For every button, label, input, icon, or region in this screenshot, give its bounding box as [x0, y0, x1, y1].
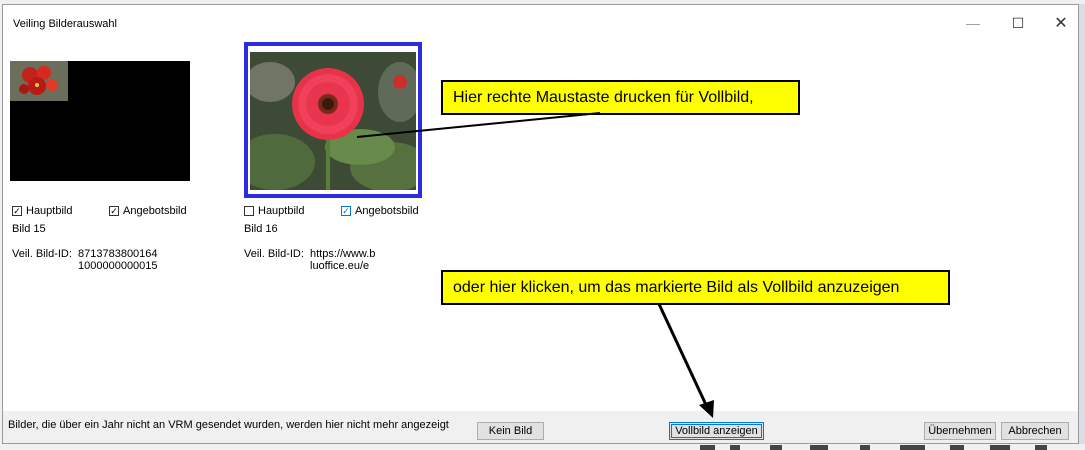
uebernehmen-button[interactable]: Übernehmen: [924, 422, 996, 440]
close-button[interactable]: ✕: [1041, 11, 1078, 35]
hauptbild-label: Hauptbild: [258, 205, 305, 217]
hauptbild-checkbox-16[interactable]: Hauptbild: [244, 205, 304, 217]
veil-bild-id-label-15: Veil. Bild-ID:: [12, 248, 72, 260]
angebotsbild-label: Angebotsbild: [355, 205, 419, 217]
abbrechen-button[interactable]: Abbrechen: [1001, 422, 1069, 440]
title-bar[interactable]: Veiling Bilderauswahl — ☐ ✕: [3, 5, 1078, 39]
background-window-edge: [1079, 4, 1085, 444]
dialog-window: Veiling Bilderauswahl — ☐ ✕ ✓ Hauptbild …: [2, 4, 1079, 444]
vollbild-anzeigen-button[interactable]: Vollbild anzeigen: [669, 422, 764, 440]
status-bar: Bilder, die über ein Jahr nicht an VRM g…: [3, 411, 1078, 443]
kein-bild-button[interactable]: Kein Bild: [477, 422, 544, 440]
callout-right-click: Hier rechte Maustaste drucken für Vollbi…: [441, 80, 800, 115]
checkmark-icon: ✓: [12, 206, 22, 216]
window-title: Veiling Bilderauswahl: [13, 18, 117, 30]
checkmark-icon: ✓: [109, 206, 119, 216]
bild-label-16: Bild 16: [244, 223, 278, 235]
image-thumbnail-15[interactable]: [10, 61, 190, 181]
angebotsbild-checkbox-16[interactable]: ✓ Angebotsbild: [341, 205, 419, 217]
callout-click-here: oder hier klicken, um das markierte Bild…: [441, 270, 950, 305]
bild-label-15: Bild 15: [12, 223, 46, 235]
veil-bild-id-label-16: Veil. Bild-ID:: [244, 248, 304, 260]
hauptbild-label: Hauptbild: [26, 205, 73, 217]
checkmark-icon: ✓: [341, 206, 351, 216]
background-text-fragment: [700, 445, 1047, 450]
angebotsbild-checkbox-15[interactable]: ✓ Angebotsbild: [109, 205, 187, 217]
hauptbild-checkbox-15[interactable]: ✓ Hauptbild: [12, 205, 72, 217]
status-text: Bilder, die über ein Jahr nicht an VRM g…: [8, 419, 449, 431]
empty-checkbox-icon: [244, 206, 254, 216]
angebotsbild-label: Angebotsbild: [123, 205, 187, 217]
maximize-button[interactable]: ☐: [998, 11, 1038, 35]
image-thumbnail-16-selected[interactable]: [244, 42, 422, 198]
minimize-button[interactable]: —: [953, 11, 993, 35]
gerbera-photo-icon: [250, 52, 416, 190]
veil-bild-id-value-16: https://www.b luoffice.eu/e: [310, 248, 376, 272]
flower-thumbnail-icon: [10, 61, 68, 101]
veil-bild-id-value-15: 8713783800164 1000000000015: [78, 248, 158, 272]
